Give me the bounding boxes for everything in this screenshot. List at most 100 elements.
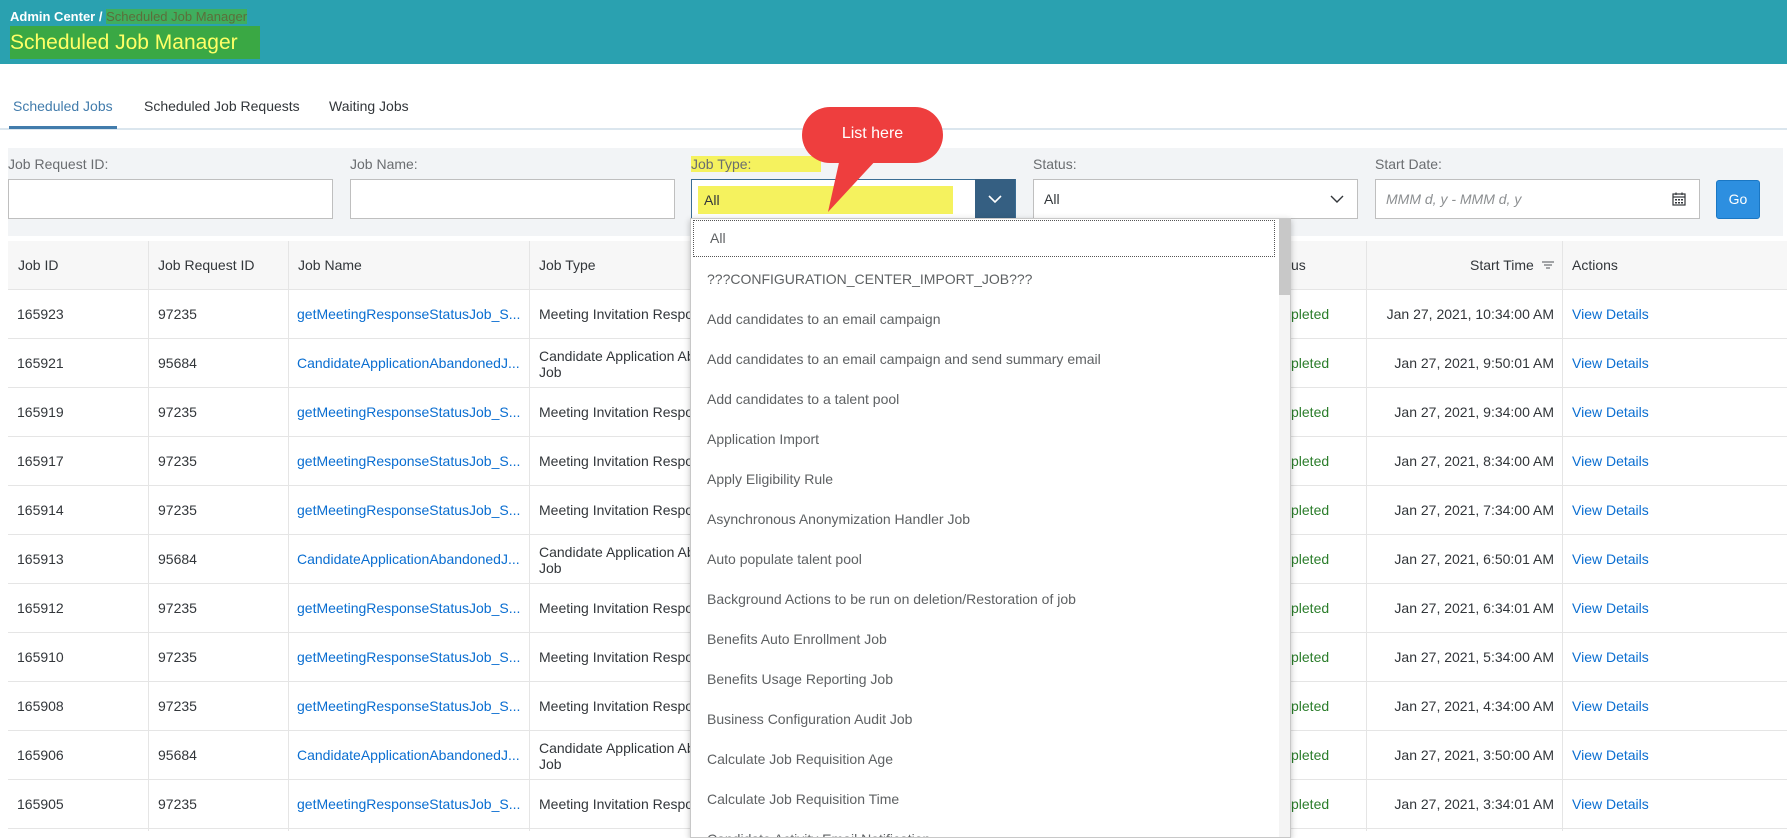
cell-job-request-id: 97235 — [158, 306, 197, 322]
view-details-link[interactable]: View Details — [1572, 453, 1649, 469]
date-picker-button[interactable] — [1659, 179, 1699, 219]
cell-job-name-link[interactable]: CandidateApplicationAbandonedJ... — [297, 747, 520, 763]
cell-start-time: Jan 27, 2021, 9:50:01 AM — [1394, 355, 1554, 371]
job-type-dropdown-button[interactable] — [975, 179, 1015, 219]
cell-start-time: Jan 27, 2021, 6:50:01 AM — [1394, 551, 1554, 567]
cell-start-time: Jan 27, 2021, 3:50:00 AM — [1394, 747, 1554, 763]
job-type-select[interactable]: All — [691, 179, 1016, 219]
job-type-label: Job Type: — [691, 156, 822, 172]
cell-start-time: Jan 27, 2021, 8:34:00 AM — [1394, 453, 1554, 469]
job-type-option[interactable]: Add candidates to an email campaign and … — [691, 339, 1277, 379]
col-job-name[interactable]: Job Name — [298, 257, 362, 273]
col-job-id[interactable]: Job ID — [18, 257, 58, 273]
col-job-request-id[interactable]: Job Request ID — [158, 257, 255, 273]
go-button[interactable]: Go — [1716, 180, 1760, 219]
cell-job-name-link[interactable]: CandidateApplicationAbandonedJ... — [297, 551, 520, 567]
job-type-option[interactable]: Calculate Job Requisition Age — [691, 739, 1277, 779]
job-type-dropdown-list[interactable]: All ???CONFIGURATION_CENTER_IMPORT_JOB???… — [690, 218, 1291, 838]
cell-job-name-link[interactable]: getMeetingResponseStatusJob_S... — [297, 698, 520, 714]
job-type-option[interactable]: Application Import — [691, 419, 1277, 459]
job-type-text-line2: Job — [539, 560, 562, 576]
cell-job-id: 165910 — [17, 649, 64, 665]
view-details-link[interactable]: View Details — [1572, 551, 1649, 567]
cell-job-id: 165923 — [17, 306, 64, 322]
view-details-link[interactable]: View Details — [1572, 796, 1649, 812]
job-type-text: Candidate Application Ab — [539, 740, 695, 756]
callout-bubble: List here — [802, 107, 943, 163]
view-details-link[interactable]: View Details — [1572, 355, 1649, 371]
job-type-text: Candidate Application Ab — [539, 544, 695, 560]
job-type-text: Candidate Application Ab — [539, 348, 695, 364]
job-type-option[interactable]: Add candidates to an email campaign — [691, 299, 1277, 339]
start-date-placeholder: MMM d, y - MMM d, y — [1386, 191, 1522, 207]
cell-status: pleted — [1291, 551, 1330, 567]
view-details-link[interactable]: View Details — [1572, 404, 1649, 420]
cell-job-request-id: 97235 — [158, 502, 197, 518]
job-type-option[interactable]: Benefits Auto Enrollment Job — [691, 619, 1277, 659]
breadcrumb-admin-center[interactable]: Admin Center / — [10, 9, 102, 24]
cell-job-type: Candidate Application Ab Job — [539, 740, 695, 772]
job-type-option[interactable]: Calculate Job Requisition Time — [691, 779, 1277, 819]
tab-scheduled-job-requests[interactable]: Scheduled Job Requests — [144, 98, 300, 114]
cell-start-time: Jan 27, 2021, 4:34:00 AM — [1394, 698, 1554, 714]
job-type-option[interactable]: All — [693, 220, 1275, 257]
breadcrumb-current: Scheduled Job Manager — [106, 9, 248, 24]
cell-job-name-link[interactable]: getMeetingResponseStatusJob_S... — [297, 404, 520, 420]
scrollbar-thumb[interactable] — [1279, 219, 1290, 295]
cell-job-name-link[interactable]: getMeetingResponseStatusJob_S... — [297, 600, 520, 616]
cell-job-id: 165905 — [17, 796, 64, 812]
view-details-link[interactable]: View Details — [1572, 698, 1649, 714]
view-details-link[interactable]: View Details — [1572, 747, 1649, 763]
breadcrumb: Admin Center / Scheduled Job Manager — [10, 9, 248, 24]
dropdown-scrollbar[interactable] — [1279, 219, 1290, 837]
job-type-option[interactable]: Apply Eligibility Rule — [691, 459, 1277, 499]
cell-status: pleted — [1291, 355, 1330, 371]
tab-scheduled-jobs[interactable]: Scheduled Jobs — [9, 98, 117, 129]
status-dropdown-button[interactable] — [1317, 179, 1357, 219]
cell-job-name-link[interactable]: getMeetingResponseStatusJob_S... — [297, 796, 520, 812]
app-header: Admin Center / Scheduled Job Manager Sch… — [0, 0, 1787, 64]
job-type-text: Meeting Invitation Respo — [539, 306, 694, 322]
job-type-option[interactable]: ???CONFIGURATION_CENTER_IMPORT_JOB??? — [691, 259, 1277, 299]
job-type-option[interactable]: Add candidates to a talent pool — [691, 379, 1277, 419]
cell-job-id: 165917 — [17, 453, 64, 469]
view-details-link[interactable]: View Details — [1572, 502, 1649, 518]
view-details-link[interactable]: View Details — [1572, 649, 1649, 665]
cell-status: pleted — [1291, 649, 1330, 665]
col-start-time[interactable]: Start Time — [1470, 257, 1554, 273]
cell-job-type: Meeting Invitation Respo — [539, 404, 693, 420]
col-status[interactable]: us — [1291, 257, 1306, 273]
view-details-link[interactable]: View Details — [1572, 600, 1649, 616]
status-select[interactable]: All — [1033, 179, 1358, 219]
job-request-id-input[interactable] — [8, 179, 333, 219]
cell-job-id: 165914 — [17, 502, 64, 518]
start-time-label: Start Time — [1470, 257, 1534, 273]
job-type-option[interactable]: Background Actions to be run on deletion… — [691, 579, 1277, 619]
cell-start-time: Jan 27, 2021, 7:34:00 AM — [1394, 502, 1554, 518]
cell-job-request-id: 97235 — [158, 698, 197, 714]
job-type-option[interactable]: Business Configuration Audit Job — [691, 699, 1277, 739]
sort-icon[interactable] — [1541, 260, 1554, 270]
cell-job-id: 165912 — [17, 600, 64, 616]
cell-job-type: Meeting Invitation Respo — [539, 502, 693, 518]
job-type-option[interactable]: Benefits Usage Reporting Job — [691, 659, 1277, 699]
cell-job-type: Candidate Application Ab Job — [539, 544, 695, 576]
job-name-input[interactable] — [350, 179, 675, 219]
calendar-icon — [1672, 192, 1686, 206]
job-type-option[interactable]: Auto populate talent pool — [691, 539, 1277, 579]
cell-job-name-link[interactable]: getMeetingResponseStatusJob_S... — [297, 306, 520, 322]
start-date-input[interactable]: MMM d, y - MMM d, y — [1375, 179, 1700, 219]
job-type-option[interactable]: Candidate Activity Email Notification — [691, 819, 1277, 837]
cell-job-type: Candidate Application Ab Job — [539, 348, 695, 380]
cell-job-request-id: 95684 — [158, 747, 197, 763]
cell-job-name-link[interactable]: getMeetingResponseStatusJob_S... — [297, 453, 520, 469]
cell-job-name-link[interactable]: CandidateApplicationAbandonedJ... — [297, 355, 520, 371]
col-job-type[interactable]: Job Type — [539, 257, 596, 273]
cell-job-type: Meeting Invitation Respo — [539, 796, 693, 812]
tab-waiting-jobs[interactable]: Waiting Jobs — [329, 98, 409, 114]
view-details-link[interactable]: View Details — [1572, 306, 1649, 322]
job-type-option[interactable]: Asynchronous Anonymization Handler Job — [691, 499, 1277, 539]
cell-job-name-link[interactable]: getMeetingResponseStatusJob_S... — [297, 502, 520, 518]
chevron-down-icon — [1330, 195, 1344, 203]
cell-job-name-link[interactable]: getMeetingResponseStatusJob_S... — [297, 649, 520, 665]
